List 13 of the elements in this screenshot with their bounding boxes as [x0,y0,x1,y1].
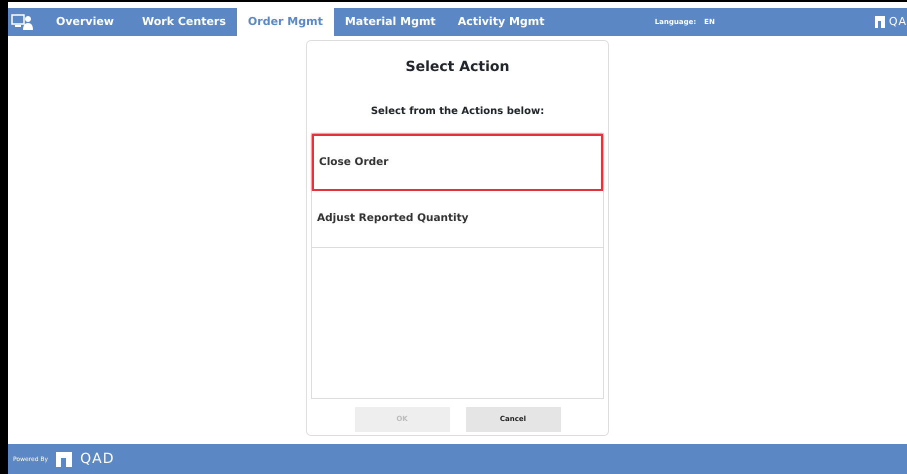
nav-tab[interactable]: Work Centers [130,8,237,36]
nav-tab[interactable]: Overview [45,8,125,36]
user-workstation-icon[interactable] [11,14,33,30]
nav-tab[interactable]: Material Mgmt [334,8,447,36]
logo-text: QA [888,14,907,30]
dialog-subtitle: Select from the Actions below: [370,105,546,119]
logo-text: QAD [80,450,114,468]
dialog-title: Select Action [404,58,510,77]
nav-tab[interactable]: Order Mgmt [236,8,334,36]
logo-icon [874,16,885,28]
nav-tab[interactable]: Activity Mgmt [446,8,556,36]
logo-icon [56,452,72,466]
action-item[interactable]: Close Order [312,134,603,191]
